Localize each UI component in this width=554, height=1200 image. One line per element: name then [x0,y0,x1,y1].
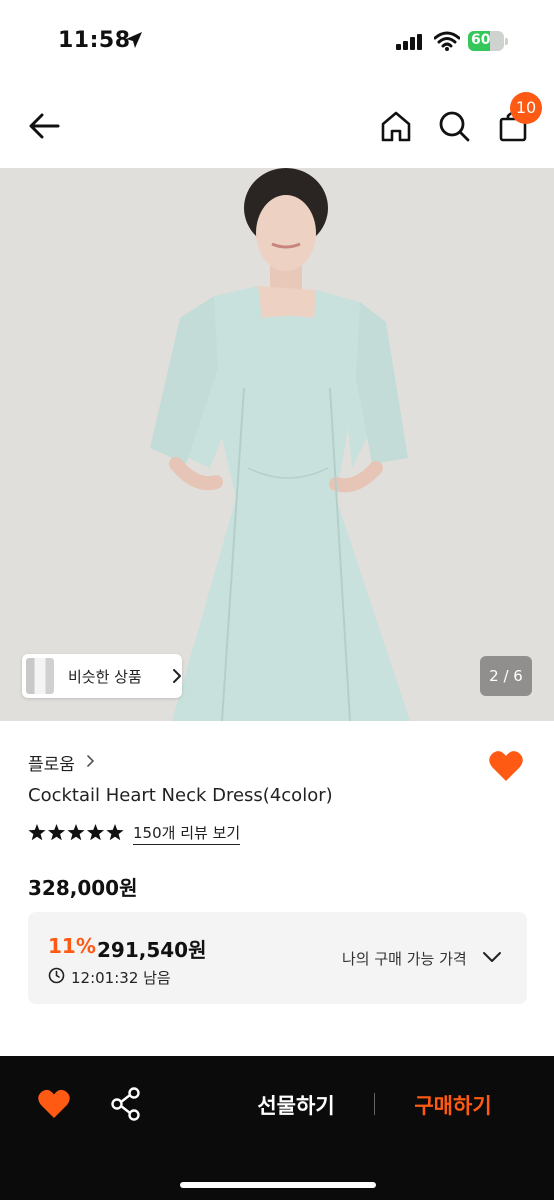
top-nav-bar: 10 [0,84,554,168]
status-time: 11:58 [58,28,131,53]
home-icon[interactable] [376,106,416,146]
battery-percent: 60 [471,32,491,48]
bottom-action-bar: 선물하기 구매하기 [0,1056,554,1200]
wifi-icon [434,31,460,51]
product-title: Cocktail Heart Neck Dress(4color) [28,785,333,806]
brand-link[interactable]: 플로움 [28,750,75,775]
star-icon [28,824,46,841]
divider [374,1093,375,1115]
home-indicator [180,1182,376,1188]
status-bar: 11:58 60 [0,0,554,84]
clock-icon [48,967,65,984]
back-arrow-icon[interactable] [24,106,64,146]
battery-indicator: 60 [468,31,508,51]
rating-stars [28,824,124,841]
discount-rate: 11% [48,934,96,958]
location-arrow-icon [126,32,142,48]
product-image-gallery[interactable]: 비슷한 상품 2 / 6 [0,168,554,721]
chevron-right-icon [87,755,95,767]
star-icon [67,824,85,841]
cellular-signal-icon [396,34,422,50]
product-photo [0,168,554,721]
buy-button[interactable]: 구매하기 [393,1088,513,1122]
chevron-down-icon[interactable] [482,950,502,964]
star-icon [86,824,105,841]
search-icon[interactable] [434,106,474,146]
my-price-toggle[interactable]: 나의 구매 가능 가격 [342,948,467,969]
star-icon [47,824,66,841]
gift-button[interactable]: 선물하기 [236,1088,356,1122]
discount-price: 291,540원 [97,938,207,962]
chevron-right-icon [173,669,181,683]
gallery-page-indicator: 2 / 6 [480,656,532,696]
time-remaining: 12:01:32 남음 [71,969,171,987]
heart-icon[interactable] [487,747,525,785]
similar-products-label: 비슷한 상품 [68,668,142,686]
similar-product-thumbnail [26,658,54,694]
star-icon [106,824,124,841]
review-link[interactable]: 150개 리뷰 보기 [133,822,241,845]
heart-icon[interactable] [36,1086,72,1122]
share-icon[interactable] [110,1087,142,1121]
discount-price-box: 11% 291,540원 12:01:32 남음 나의 구매 가능 가격 [28,912,527,1004]
cart-count-badge: 10 [510,92,542,124]
original-price: 328,000원 [28,876,138,900]
similar-products-button[interactable]: 비슷한 상품 [22,654,182,698]
